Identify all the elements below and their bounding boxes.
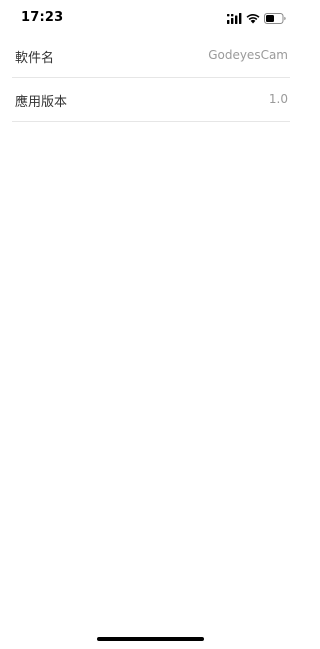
app-version-label: 應用版本 [15, 95, 68, 110]
software-name-value: GodeyesCam [208, 48, 288, 62]
software-name-row: 軟件名 GodeyesCam [12, 34, 290, 78]
app-version-row: 應用版本 1.0 [12, 78, 290, 122]
status-icons [227, 12, 286, 24]
home-indicator[interactable] [97, 637, 204, 641]
cellular-signal-icon [227, 9, 242, 28]
app-version-value: 1.0 [268, 92, 288, 106]
status-time: 17:23 [21, 10, 64, 25]
battery-icon [264, 9, 286, 28]
status-bar: 17:23 [0, 0, 300, 34]
wifi-icon [246, 9, 260, 28]
software-name-label: 軟件名 [15, 51, 55, 66]
app-info-list: 軟件名 GodeyesCam 應用版本 1.0 [0, 34, 300, 122]
